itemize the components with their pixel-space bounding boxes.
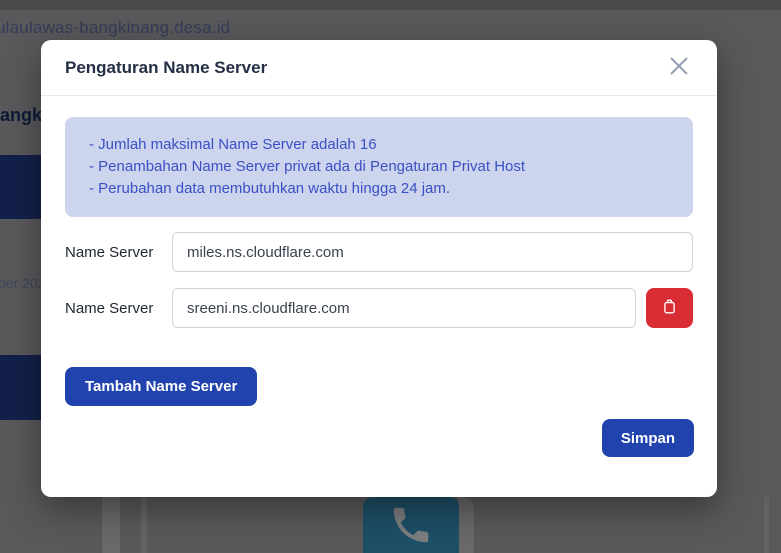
background-top-bar xyxy=(0,0,781,10)
notice-line: - Penambahan Name Server privat ada di P… xyxy=(89,158,526,175)
modal-header: Pengaturan Name Server xyxy=(41,40,717,96)
modal-body: - Jumlah maksimal Name Server adalah 16 … xyxy=(41,117,717,406)
name-server-input-1[interactable] xyxy=(172,232,693,272)
background-card-edge xyxy=(458,497,474,553)
background-navy-block xyxy=(0,155,47,219)
background-heading-fragment: angki xyxy=(0,105,48,125)
background-date-fragment: ber 202 xyxy=(0,275,46,291)
phone-icon xyxy=(388,497,434,553)
background-table-stripe xyxy=(102,497,120,553)
add-name-server-button[interactable]: Tambah Name Server xyxy=(65,367,258,406)
delete-name-server-button[interactable] xyxy=(646,288,693,328)
name-server-row: Name Server xyxy=(65,232,693,272)
notice-box: - Jumlah maksimal Name Server adalah 16 … xyxy=(65,117,693,217)
close-button[interactable] xyxy=(665,54,693,82)
background-phone-tile xyxy=(363,497,459,553)
notice-line: - Perubahan data membutuhkan waktu hingg… xyxy=(89,180,451,197)
save-button[interactable]: Simpan xyxy=(601,419,694,457)
name-server-input-2[interactable] xyxy=(172,288,637,328)
notice-line: - Jumlah maksimal Name Server adalah 16 xyxy=(89,136,377,153)
background-navy-block xyxy=(0,355,47,420)
trash-icon xyxy=(660,297,679,319)
background-table-stripe xyxy=(764,497,769,553)
close-icon xyxy=(666,53,692,82)
background-domain-text: ulaulawas-bangkinang.desa.id xyxy=(0,18,231,37)
name-server-label: Name Server xyxy=(65,243,154,261)
modal-title: Pengaturan Name Server xyxy=(65,57,268,77)
background-table-stripe xyxy=(141,497,147,553)
name-server-label: Name Server xyxy=(65,299,154,317)
name-server-row: Name Server xyxy=(65,288,693,328)
modal-footer: Simpan xyxy=(41,406,717,457)
name-server-settings-modal: Pengaturan Name Server - Jumlah maksimal… xyxy=(41,40,717,497)
